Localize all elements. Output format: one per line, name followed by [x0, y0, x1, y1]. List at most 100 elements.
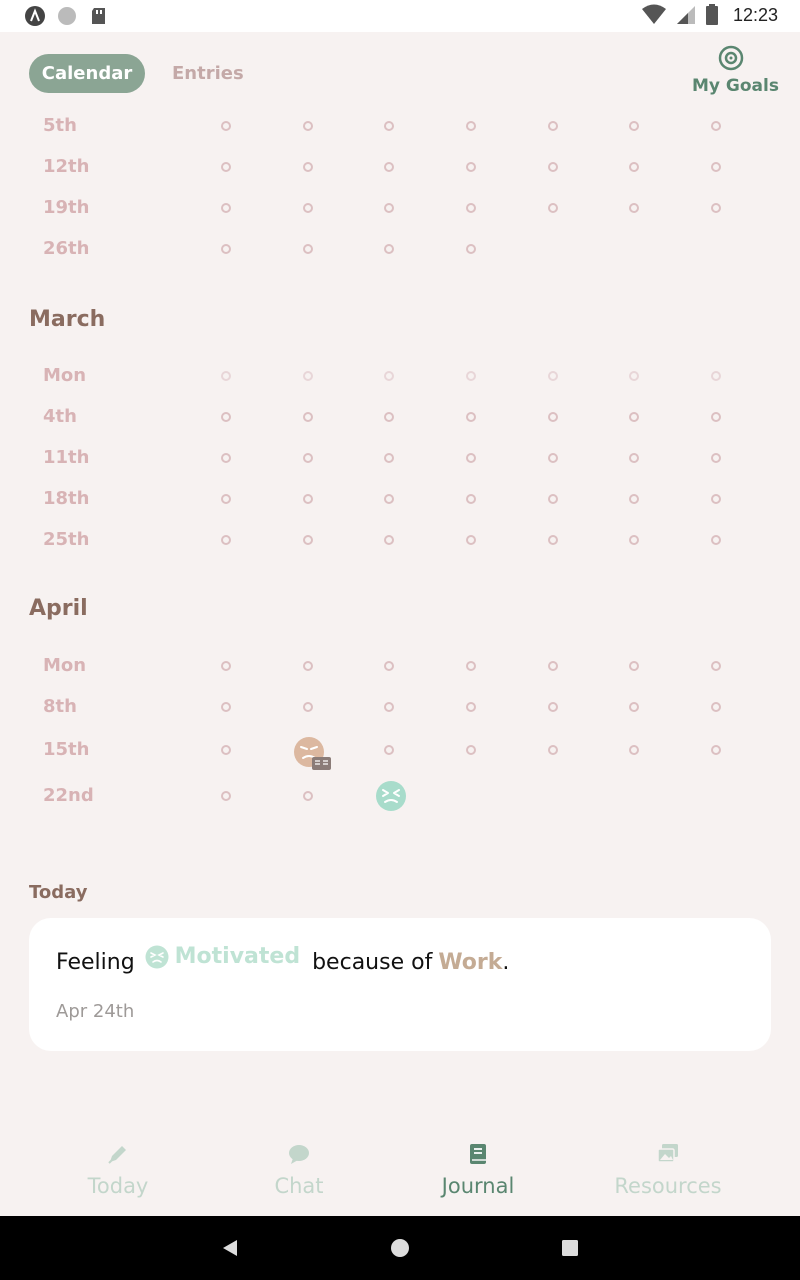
empty-day-dot[interactable]: [466, 371, 476, 381]
empty-day-dot[interactable]: [629, 661, 639, 671]
empty-day-dot[interactable]: [629, 702, 639, 712]
recents-icon[interactable]: [561, 1239, 579, 1257]
nav-resources[interactable]: Resources: [608, 1142, 728, 1198]
empty-day-dot[interactable]: [221, 162, 231, 172]
empty-day-dot[interactable]: [221, 412, 231, 422]
empty-day-dot[interactable]: [466, 244, 476, 254]
empty-day-dot[interactable]: [221, 791, 231, 801]
empty-day-dot[interactable]: [548, 203, 558, 213]
mood-entry-motivated[interactable]: [375, 780, 407, 812]
because-text: because of: [312, 950, 433, 975]
home-icon[interactable]: [389, 1237, 411, 1259]
empty-day-dot[interactable]: [629, 162, 639, 172]
empty-day-dot[interactable]: [384, 412, 394, 422]
empty-day-dot[interactable]: [711, 203, 721, 213]
empty-day-dot[interactable]: [711, 661, 721, 671]
empty-day-dot[interactable]: [466, 203, 476, 213]
empty-day-dot[interactable]: [466, 535, 476, 545]
empty-day-dot[interactable]: [384, 244, 394, 254]
target-icon: [718, 45, 744, 71]
empty-day-dot[interactable]: [629, 412, 639, 422]
empty-day-dot[interactable]: [221, 244, 231, 254]
empty-day-dot[interactable]: [303, 244, 313, 254]
empty-day-dot[interactable]: [384, 535, 394, 545]
empty-day-dot[interactable]: [548, 162, 558, 172]
empty-day-dot[interactable]: [711, 535, 721, 545]
empty-day-dot[interactable]: [303, 535, 313, 545]
empty-day-dot[interactable]: [303, 412, 313, 422]
empty-day-dot[interactable]: [384, 371, 394, 381]
empty-day-dot[interactable]: [303, 494, 313, 504]
tab-calendar[interactable]: Calendar: [29, 54, 145, 93]
empty-day-dot[interactable]: [711, 412, 721, 422]
empty-day-dot[interactable]: [221, 661, 231, 671]
empty-day-dot[interactable]: [384, 121, 394, 131]
empty-day-dot[interactable]: [466, 453, 476, 463]
empty-day-dot[interactable]: [384, 661, 394, 671]
empty-day-dot[interactable]: [548, 121, 558, 131]
empty-day-dot[interactable]: [629, 494, 639, 504]
empty-day-dot[interactable]: [466, 702, 476, 712]
empty-day-dot[interactable]: [711, 494, 721, 504]
empty-day-dot[interactable]: [711, 162, 721, 172]
nav-chat[interactable]: Chat: [258, 1142, 340, 1198]
empty-day-dot[interactable]: [548, 535, 558, 545]
empty-day-dot[interactable]: [629, 453, 639, 463]
empty-day-dot[interactable]: [466, 121, 476, 131]
empty-day-dot[interactable]: [221, 203, 231, 213]
empty-day-dot[interactable]: [548, 661, 558, 671]
empty-day-dot[interactable]: [384, 745, 394, 755]
empty-day-dot[interactable]: [548, 702, 558, 712]
nav-today[interactable]: Today: [72, 1142, 164, 1198]
empty-day-dot[interactable]: [384, 453, 394, 463]
empty-day-dot[interactable]: [466, 745, 476, 755]
empty-day-dot[interactable]: [303, 203, 313, 213]
empty-day-dot[interactable]: [629, 535, 639, 545]
week-label: 15th: [43, 739, 90, 760]
empty-day-dot[interactable]: [629, 203, 639, 213]
my-goals-button[interactable]: My Goals: [692, 44, 779, 96]
empty-day-dot[interactable]: [629, 121, 639, 131]
empty-day-dot[interactable]: [548, 453, 558, 463]
empty-day-dot[interactable]: [303, 162, 313, 172]
empty-day-dot[interactable]: [711, 745, 721, 755]
empty-day-dot[interactable]: [711, 121, 721, 131]
empty-day-dot[interactable]: [221, 371, 231, 381]
empty-day-dot[interactable]: [221, 494, 231, 504]
empty-day-dot[interactable]: [466, 661, 476, 671]
empty-day-dot[interactable]: [221, 702, 231, 712]
today-entry-card[interactable]: Feeling Motivated because of Work . Apr …: [29, 918, 771, 1051]
empty-day-dot[interactable]: [303, 121, 313, 131]
empty-day-dot[interactable]: [303, 661, 313, 671]
empty-day-dot[interactable]: [548, 494, 558, 504]
tab-entries[interactable]: Entries: [172, 54, 244, 93]
empty-day-dot[interactable]: [303, 702, 313, 712]
mood-entry-angry[interactable]: [293, 736, 333, 772]
nav-journal[interactable]: Journal: [428, 1142, 528, 1198]
empty-day-dot[interactable]: [548, 371, 558, 381]
empty-day-dot[interactable]: [303, 791, 313, 801]
back-icon[interactable]: [220, 1238, 240, 1258]
empty-day-dot[interactable]: [221, 535, 231, 545]
empty-day-dot[interactable]: [221, 453, 231, 463]
empty-day-dot[interactable]: [384, 203, 394, 213]
empty-day-dot[interactable]: [384, 702, 394, 712]
empty-day-dot[interactable]: [466, 412, 476, 422]
empty-day-dot[interactable]: [221, 745, 231, 755]
empty-day-dot[interactable]: [303, 371, 313, 381]
empty-day-dot[interactable]: [384, 162, 394, 172]
empty-day-dot[interactable]: [548, 412, 558, 422]
week-label: 19th: [43, 197, 90, 218]
empty-day-dot[interactable]: [303, 453, 313, 463]
empty-day-dot[interactable]: [466, 494, 476, 504]
empty-day-dot[interactable]: [384, 494, 394, 504]
empty-day-dot[interactable]: [711, 702, 721, 712]
nav-chat-label: Chat: [274, 1174, 324, 1198]
empty-day-dot[interactable]: [466, 162, 476, 172]
empty-day-dot[interactable]: [629, 745, 639, 755]
empty-day-dot[interactable]: [629, 371, 639, 381]
empty-day-dot[interactable]: [548, 745, 558, 755]
empty-day-dot[interactable]: [711, 453, 721, 463]
empty-day-dot[interactable]: [711, 371, 721, 381]
empty-day-dot[interactable]: [221, 121, 231, 131]
